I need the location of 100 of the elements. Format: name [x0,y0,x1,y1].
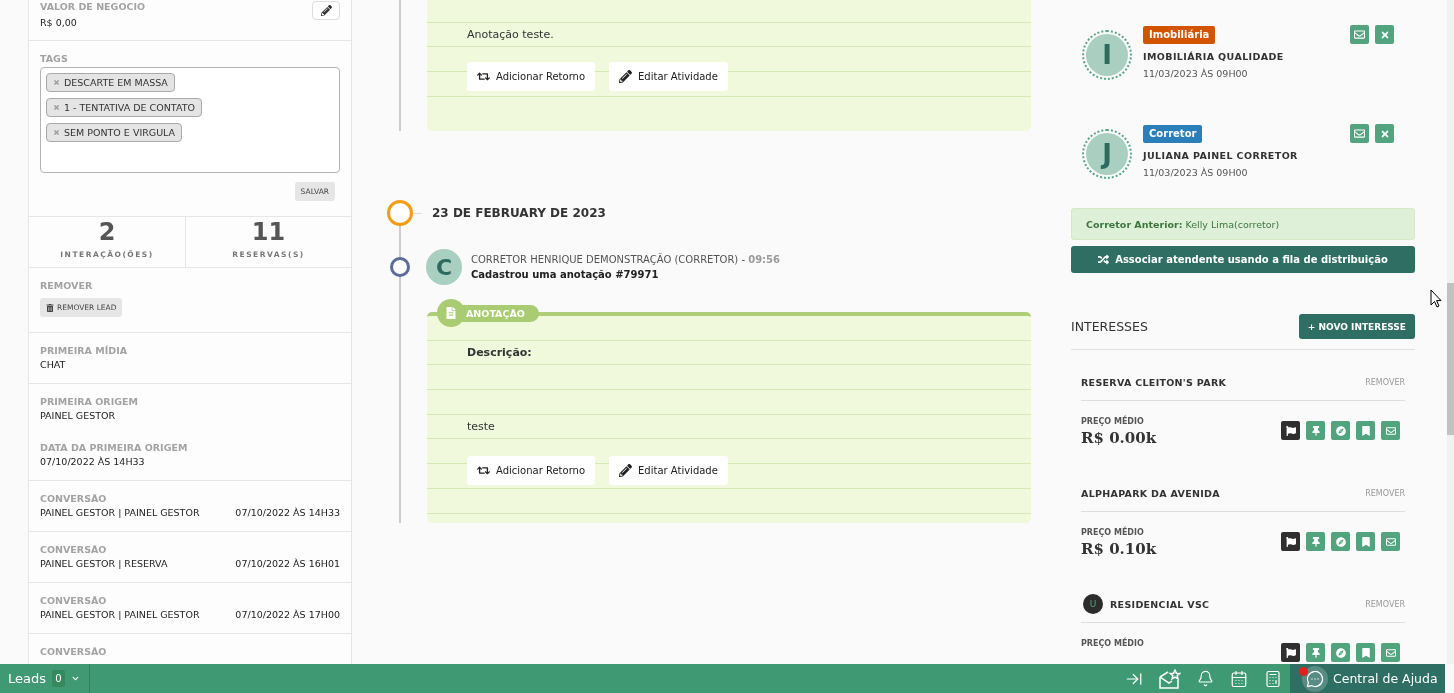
pin-button[interactable] [1306,421,1325,440]
close-icon[interactable] [53,104,60,111]
field-label: REMOVER [40,280,94,291]
field-label: CONVERSÃO [40,544,108,555]
distribute-button[interactable]: Associar atendente usando a fila de distribuição [1071,246,1415,273]
field-value: R$ 0,00 [40,16,78,30]
email-button[interactable] [1381,643,1400,662]
stat-value: 11 [251,218,286,246]
pin-button[interactable] [1306,643,1325,662]
pencil-icon [619,70,633,84]
flag-button[interactable] [1281,421,1300,440]
pushpin-icon [1310,536,1321,547]
conversion-source: PAINEL GESTOR | PAINEL GESTOR [40,608,200,622]
new-interest-button[interactable]: + NOVO INTERESSE [1298,314,1415,339]
avatar: I [1082,30,1132,80]
edit-activity-button[interactable]: Editar Atividade [609,455,728,485]
field-label: DATA DA PRIMEIRA ORIGEM [40,442,189,453]
event-action: Cadastrou uma anotação #79971 [471,268,660,283]
tag-chip[interactable]: DESCARTE EM MASSA [46,73,175,92]
attendant-name: JULIANA PAINEL CORRETOR [1143,149,1298,163]
compass-button[interactable] [1331,421,1350,440]
conversion-source: PAINEL GESTOR | RESERVA [40,557,168,571]
email-button[interactable] [1381,421,1400,440]
edit-activity-button[interactable]: Editar Atividade [609,62,728,92]
pencil-icon [619,463,633,477]
compass-button[interactable] [1331,643,1350,662]
bookmark-button[interactable] [1356,643,1375,662]
remove-button[interactable] [1375,124,1394,143]
price-label: PREÇO MÉDIO [1081,638,1144,650]
tag-chip[interactable]: SEM PONTO E VIRGULA [46,123,183,142]
add-return-button[interactable]: Adicionar Retorno [467,62,596,92]
field-label: CONVERSÃO [40,646,108,657]
event-author: CORRETOR HENRIQUE DEMONSTRAÇÃO (CORRETOR) - 09:56 [471,252,781,268]
tag-chip[interactable]: 1 - TENTATIVA DE CONTATO [46,98,202,117]
field-value: PAINEL GESTOR [40,409,117,423]
attendant-name: IMOBILIÁRIA QUALIDADE [1143,50,1284,64]
mouse-cursor-icon [1430,289,1442,308]
field-label: CONVERSÃO [40,595,108,606]
conversion-source: PAINEL GESTOR | PAINEL GESTOR [40,506,200,520]
timeline-marker-icon [390,257,410,278]
price-value: R$ 0.10k [1081,540,1157,558]
conversion-date: 07/10/2022 ÀS 16H01 [235,557,340,571]
calendar-icon[interactable] [1230,669,1248,688]
count-badge: 0 [52,670,65,687]
price-label: PREÇO MÉDIO [1081,527,1145,539]
envelope-icon [1385,536,1396,547]
field-value: 07/10/2022 ÀS 14H33 [40,455,146,469]
envelope-icon [1385,425,1396,436]
chevron-down-icon[interactable] [72,675,79,682]
avatar: J [1082,129,1132,179]
flag-icon [1285,536,1296,547]
note-text: Anotação teste. [467,26,555,43]
email-button[interactable] [1350,124,1369,143]
email-button[interactable] [1381,532,1400,551]
flag-icon [1285,425,1296,436]
bookmark-icon [1360,425,1371,436]
compass-button[interactable] [1331,532,1350,551]
close-icon[interactable] [53,79,60,86]
section-title: INTERESSES [1071,319,1148,334]
conversion-date: 07/10/2022 ÀS 14H33 [235,506,340,520]
field-label: CONVERSÃO [40,493,108,504]
pencil-icon [320,5,332,16]
previous-broker-text: Corretor Anterior: Kelly Lima(corretor) [1086,218,1280,230]
add-return-button[interactable]: Adicionar Retorno [467,455,596,485]
bookmark-icon [1360,536,1371,547]
date-heading: 23 DE FEBRUARY DE 2023 [432,206,606,221]
avatar: U [1083,594,1103,614]
role-badge: Corretor [1143,125,1203,143]
flag-button[interactable] [1281,532,1300,551]
edit-button[interactable] [312,1,340,20]
bell-icon[interactable] [1197,670,1214,687]
note-text: teste [467,419,496,435]
scrollbar-thumb[interactable] [1447,283,1454,435]
compass-icon [1335,536,1346,547]
interest-name: RESERVA CLEITON'S PARK [1081,376,1227,388]
bookmark-button[interactable] [1356,421,1375,440]
role-badge: Imobiliária [1143,26,1216,44]
remove-button[interactable] [1375,25,1394,44]
interest-name: ALPHAPARK DA AVENIDA [1081,487,1220,499]
avatar: C [426,249,462,286]
pin-button[interactable] [1306,532,1325,551]
compass-icon [1335,647,1346,658]
timeline-marker-icon [387,200,413,227]
price-label: PREÇO MÉDIO [1081,416,1145,428]
attendant-date: 11/03/2023 ÀS 09H00 [1143,67,1248,81]
envelope-icon [1354,128,1365,139]
price-value: R$ 0.00k [1081,429,1157,447]
close-icon[interactable] [53,129,60,136]
envelope-star-icon[interactable] [1159,668,1181,689]
calculator-icon[interactable] [1264,669,1282,688]
flag-button[interactable] [1281,643,1300,662]
stat-value: 2 [98,218,116,246]
bookmark-button[interactable] [1356,532,1375,551]
help-center-button[interactable]: Central de Ajuda [1290,664,1445,693]
email-button[interactable] [1350,25,1369,44]
field-value: CHAT [40,358,67,372]
tags-field[interactable]: DESCARTE EM MASSA 1 - TENTATIVA DE CONTATO SEM PONTO E VIRGULA [40,67,340,173]
shuffle-icon [1098,254,1110,265]
attendant-date: 11/03/2023 ÀS 09H00 [1143,166,1248,180]
compass-icon [1335,425,1346,436]
